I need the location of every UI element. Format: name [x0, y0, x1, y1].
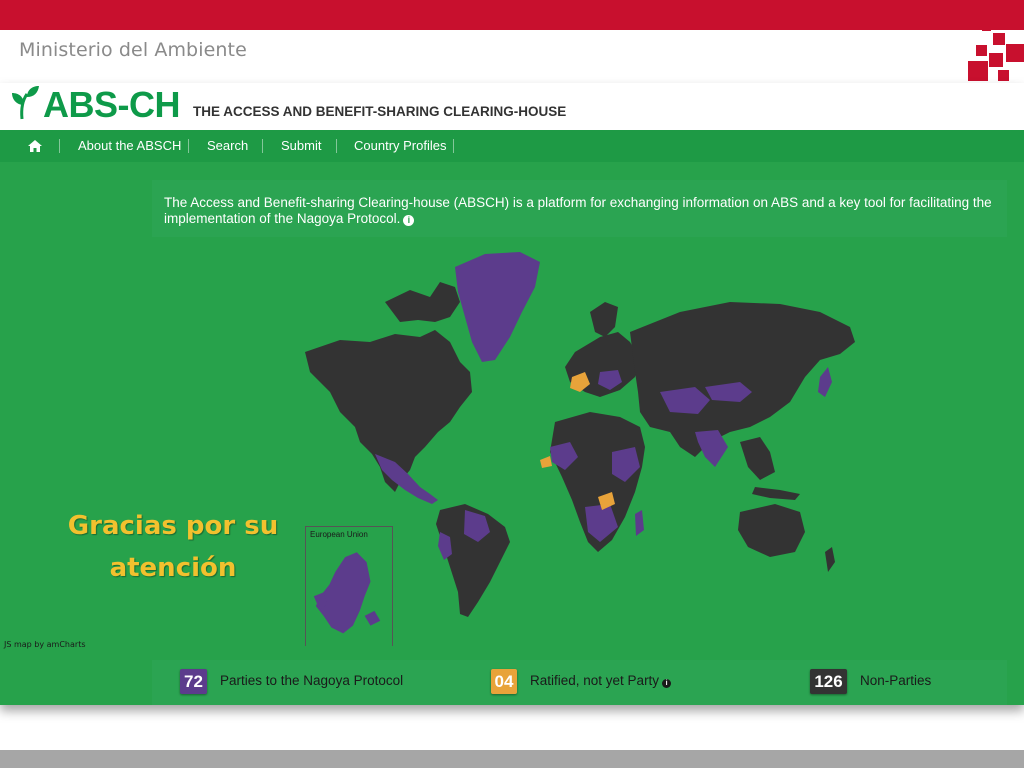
home-icon[interactable] [28, 140, 42, 152]
leaf-logo-icon [12, 86, 39, 120]
non-parties-label: Non-Parties [860, 673, 932, 688]
nav-separator [262, 139, 263, 153]
site-tagline: THE ACCESS AND BENEFIT-SHARING CLEARING-… [193, 104, 567, 119]
brand-logo-text[interactable]: ABS-CH [43, 84, 181, 126]
thanks-message: Gracias por su atención [60, 505, 286, 589]
bottom-gray-bar [0, 750, 1024, 768]
thanks-line-2: atención [109, 553, 237, 583]
nav-separator [188, 139, 189, 153]
intro-panel: The Access and Benefit-sharing Clearing-… [152, 180, 1007, 237]
thanks-line-1: Gracias por su [67, 511, 279, 541]
main-navbar: About the ABSCH Search Submit Country Pr… [0, 130, 1024, 162]
nav-country-profiles[interactable]: Country Profiles [354, 130, 446, 162]
new-zealand [825, 547, 835, 572]
eu-inset: European Union [305, 526, 393, 646]
intro-text: The Access and Benefit-sharing Clearing-… [164, 195, 992, 226]
nav-search[interactable]: Search [207, 130, 248, 162]
top-red-bar [0, 0, 1024, 30]
main-content: The Access and Benefit-sharing Clearing-… [0, 162, 1024, 705]
nav-separator [453, 139, 454, 153]
nav-separator [59, 139, 60, 153]
site-header: ABS-CH THE ACCESS AND BENEFIT-SHARING CL… [0, 83, 1024, 130]
ministry-logo [962, 20, 1024, 84]
west-africa-ratified [540, 456, 552, 468]
amcharts-credit[interactable]: JS map by amCharts [4, 640, 86, 649]
nav-about[interactable]: About the ABSCH [78, 130, 181, 162]
ratified-label: Ratified, not yet Party i [530, 673, 672, 688]
info-icon[interactable]: i [662, 679, 672, 688]
eu-map[interactable] [306, 527, 392, 646]
nav-submit[interactable]: Submit [281, 130, 321, 162]
southeast-asia [740, 437, 775, 480]
map-legend: 72 Parties to the Nagoya Protocol 04 Rat… [152, 660, 1007, 705]
ministry-title: Ministerio del Ambiente [19, 39, 247, 61]
indonesia [752, 487, 800, 500]
parties-count-badge: 72 [180, 669, 207, 694]
canada-arctic [385, 282, 460, 322]
greenland [455, 252, 540, 362]
scandinavia [590, 302, 618, 337]
australia [738, 504, 805, 557]
madagascar [635, 510, 644, 536]
ratified-count-badge: 04 [491, 669, 517, 694]
parties-label: Parties to the Nagoya Protocol [220, 673, 404, 688]
ratified-label-text: Ratified, not yet Party [530, 673, 660, 688]
info-icon[interactable]: i [403, 215, 415, 226]
non-parties-count-badge: 126 [810, 669, 847, 694]
nav-separator [336, 139, 337, 153]
japan [818, 367, 832, 397]
absch-screenshot: ABS-CH THE ACCESS AND BENEFIT-SHARING CL… [0, 83, 1024, 705]
